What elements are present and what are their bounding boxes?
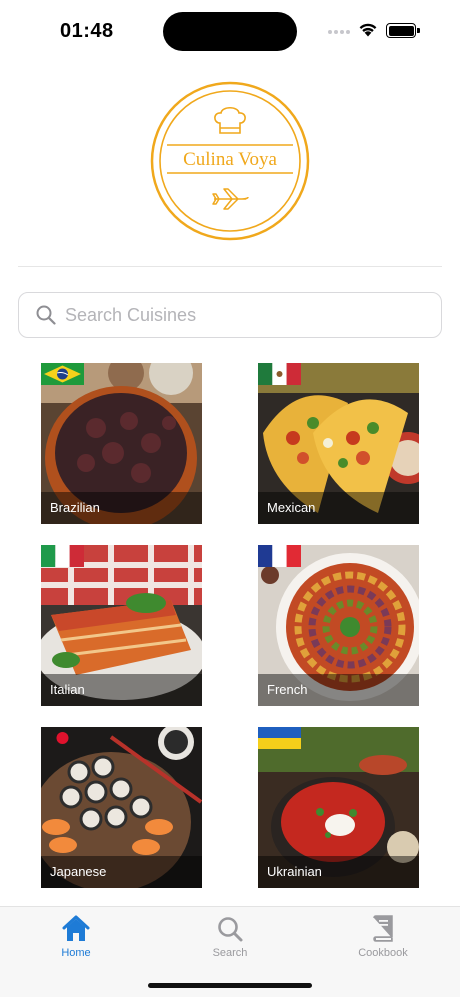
home-indicator[interactable] xyxy=(148,983,312,988)
cuisine-label: French xyxy=(267,682,308,697)
cuisine-card-ukrainian[interactable]: Ukrainian xyxy=(258,727,419,888)
tab-cookbook-label: Cookbook xyxy=(358,947,408,959)
tab-cookbook[interactable]: Cookbook xyxy=(338,915,428,965)
tab-home[interactable]: Home xyxy=(31,915,121,965)
search-icon xyxy=(36,305,56,325)
header-divider xyxy=(18,266,442,267)
search-input[interactable] xyxy=(65,293,425,337)
cuisine-label: Mexican xyxy=(267,500,316,515)
tab-home-label: Home xyxy=(61,947,91,959)
culina-voya-logo: Culina Voya xyxy=(150,81,310,241)
tab-search-label: Search xyxy=(212,947,248,959)
book-icon xyxy=(373,915,393,942)
status-bar: 01:48 xyxy=(0,0,460,60)
search-bar[interactable] xyxy=(18,292,442,338)
italy-flag-icon xyxy=(41,545,84,567)
tab-search[interactable]: Search xyxy=(185,915,275,965)
cuisine-card-french[interactable]: French xyxy=(258,545,419,706)
brazil-flag-icon xyxy=(41,363,84,385)
status-time: 01:48 xyxy=(60,20,114,42)
cuisine-card-japanese[interactable]: Japanese xyxy=(41,727,202,888)
mexico-flag-icon xyxy=(258,363,301,385)
france-flag-icon xyxy=(258,545,301,567)
cuisine-card-italian[interactable]: Italian xyxy=(41,545,202,706)
cuisine-label: Italian xyxy=(50,682,85,697)
cuisine-card-brazilian[interactable]: Brazilian xyxy=(41,363,202,524)
magnifier-icon xyxy=(218,917,243,942)
cuisine-label: Ukrainian xyxy=(267,864,322,879)
home-screen: 01:48 Culina Voya Search Cuisines Brazil… xyxy=(0,0,460,997)
battery-icon xyxy=(386,23,420,38)
dynamic-island xyxy=(163,12,297,51)
house-icon xyxy=(62,915,90,941)
cuisine-label: Brazilian xyxy=(50,500,100,515)
ukraine-flag-icon xyxy=(258,727,301,749)
svg-text:Culina Voya: Culina Voya xyxy=(183,149,277,170)
japan-flag-icon xyxy=(56,732,69,744)
wifi-icon xyxy=(359,23,377,37)
cuisine-card-mexican[interactable]: Mexican xyxy=(258,363,419,524)
cuisine-label: Japanese xyxy=(50,864,107,879)
cellular-signal-icon xyxy=(328,28,352,36)
